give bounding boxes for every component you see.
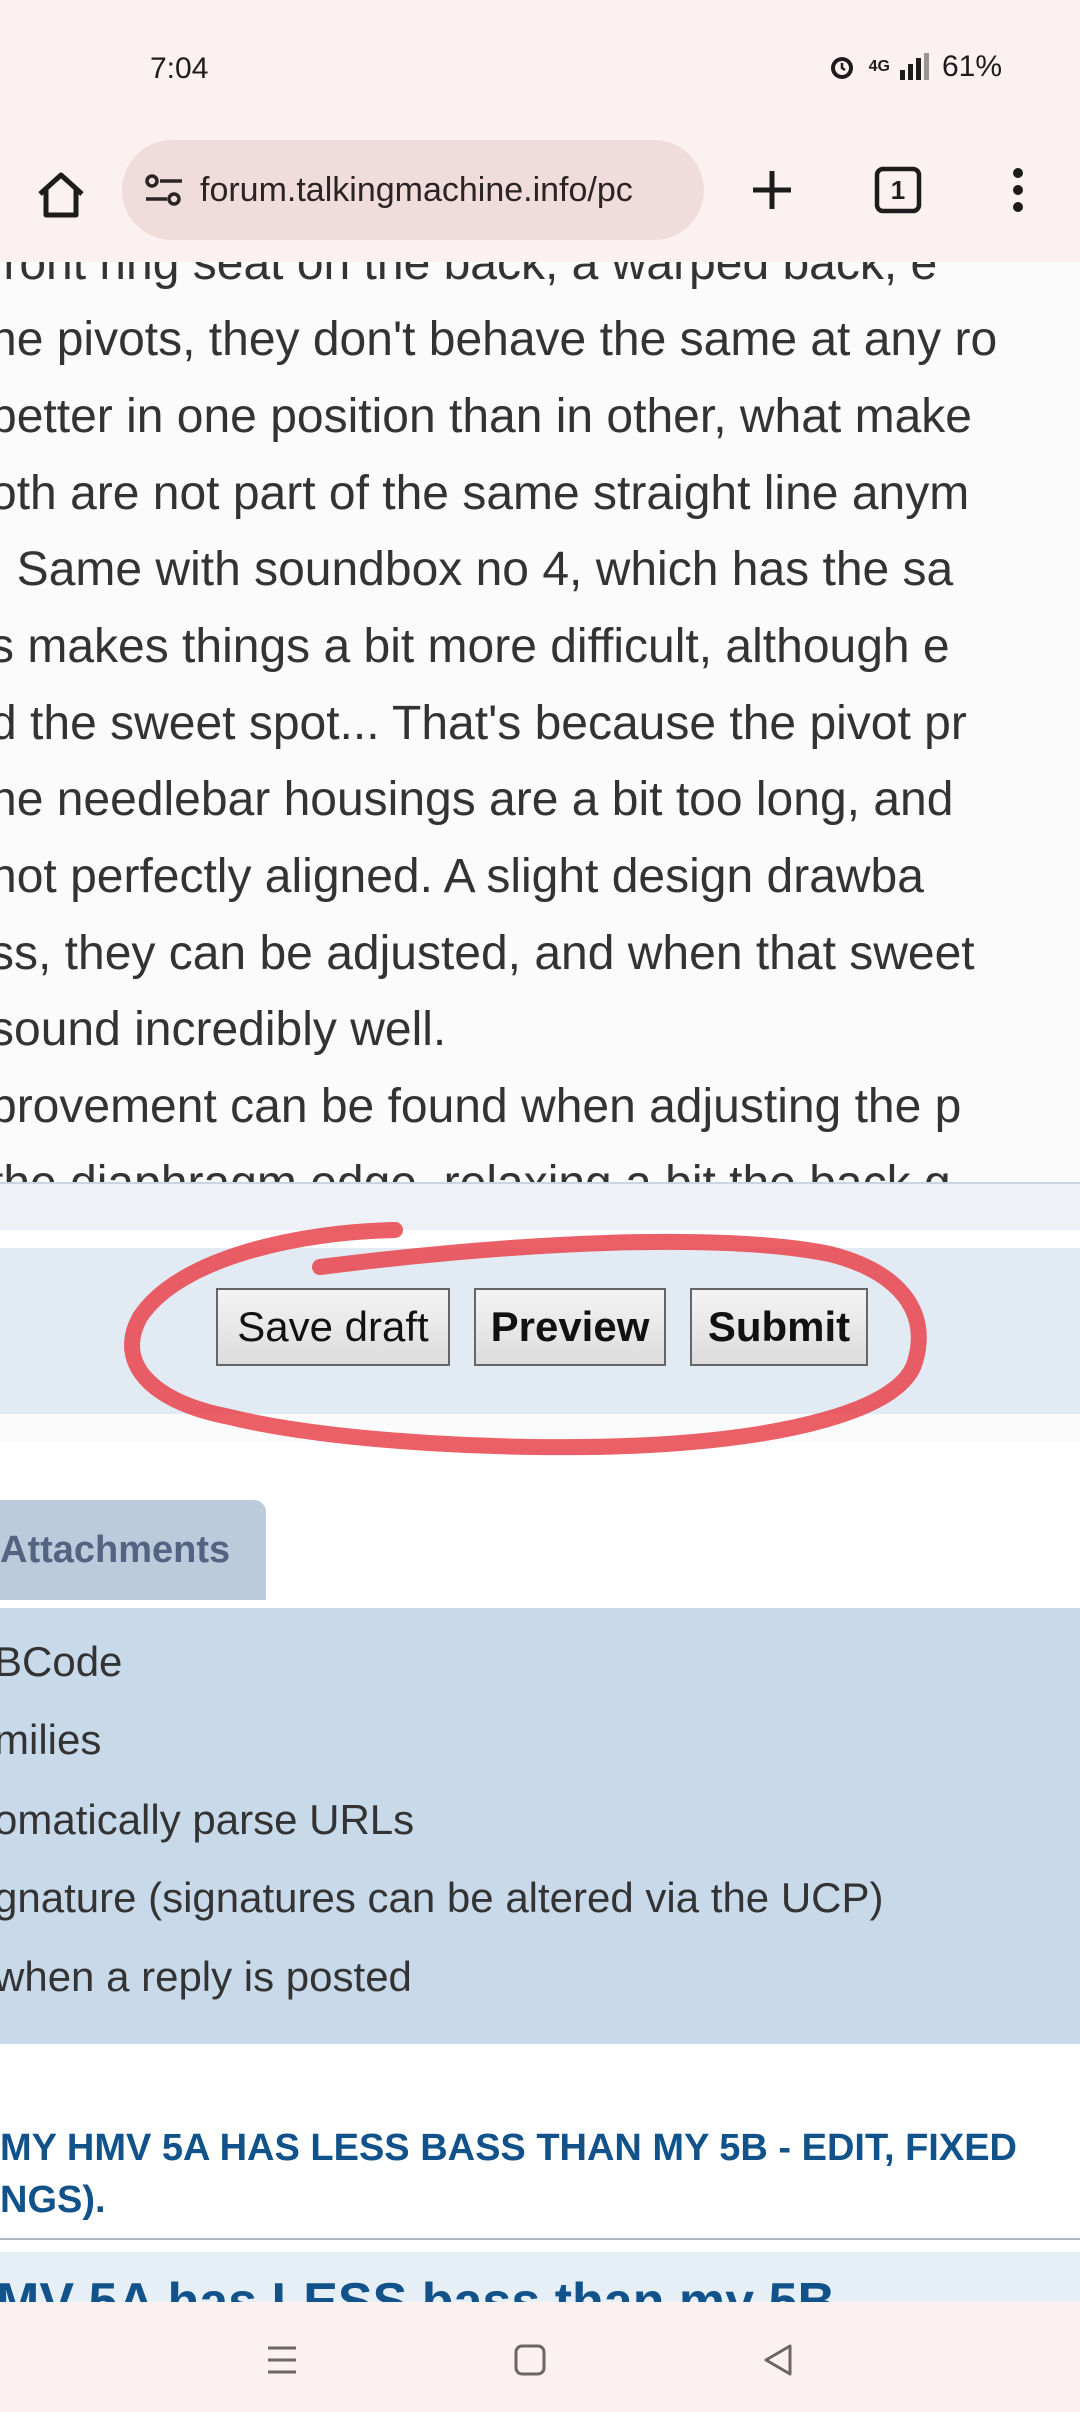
option-attach-signature[interactable]: gnature (signatures can be altered via t… bbox=[0, 1874, 884, 1922]
site-settings-icon[interactable] bbox=[140, 166, 188, 214]
recents-button[interactable] bbox=[252, 2330, 312, 2390]
submit-button[interactable]: Submit bbox=[690, 1288, 868, 1366]
new-tab-button[interactable] bbox=[744, 162, 800, 218]
back-button[interactable] bbox=[748, 2330, 808, 2390]
status-bar: 7:04 4G 61% bbox=[0, 0, 1080, 140]
save-draft-button[interactable]: Save draft bbox=[216, 1288, 450, 1366]
tab-count: 1 bbox=[890, 174, 906, 205]
battery-level: 61% bbox=[941, 50, 1002, 83]
recents-icon bbox=[268, 2346, 296, 2374]
alarm-icon bbox=[827, 52, 857, 82]
text-line: he needlebar housings are a bit too long… bbox=[0, 773, 954, 826]
option-disable-smilies[interactable]: milies bbox=[0, 1716, 101, 1764]
browser-toolbar: forum.talkingmachine.info/pc 1 bbox=[0, 140, 1080, 262]
text-line: oth are not part of the same straight li… bbox=[0, 467, 970, 520]
topic-title-line: MY HMV 5A HAS LESS BASS THAN MY 5B - EDI… bbox=[0, 2127, 1018, 2169]
text-line: better in one position than in other, wh… bbox=[0, 390, 972, 443]
tab-switcher-button[interactable]: 1 bbox=[870, 162, 926, 218]
options-panel: BCode milies omatically parse URLs gnatu… bbox=[0, 1608, 1080, 2044]
page-content: front ring seat on the back, a warped ba… bbox=[0, 262, 1080, 2302]
topic-review-row: MV 5A has LESS bass than my 5B bbox=[0, 2252, 1080, 2302]
text-line: s makes things a bit more difficult, alt… bbox=[0, 620, 950, 673]
home-nav-button[interactable] bbox=[500, 2330, 560, 2390]
text-line: d the sweet spot... That's because the p… bbox=[0, 697, 967, 750]
text-line: . Same with soundbox no 4, which has the… bbox=[0, 543, 954, 596]
home-icon bbox=[38, 172, 84, 218]
new-tab-icon bbox=[753, 171, 791, 209]
text-line: front ring seat on the back, a warped ba… bbox=[0, 262, 938, 290]
system-nav-bar bbox=[0, 2302, 1080, 2412]
network-type: 4G bbox=[868, 58, 890, 75]
status-time: 7:04 bbox=[150, 52, 209, 85]
textarea-resize-strip[interactable] bbox=[0, 1182, 1080, 1232]
divider bbox=[0, 2238, 1080, 2240]
text-line: ss, they can be adjusted, and when that … bbox=[0, 927, 975, 980]
topic-row-text: MV 5A has LESS bass than my 5B bbox=[0, 2273, 836, 2302]
topic-review-title[interactable]: MY HMV 5A HAS LESS BASS THAN MY 5B - EDI… bbox=[0, 2122, 1080, 2226]
text-line: not perfectly aligned. A slight design d… bbox=[0, 850, 924, 903]
tab-attachments[interactable]: Attachments bbox=[0, 1500, 266, 1600]
address-bar[interactable]: forum.talkingmachine.info/pc bbox=[122, 140, 704, 240]
text-line: provement can be found when adjusting th… bbox=[0, 1080, 962, 1133]
option-disable-bbcode[interactable]: BCode bbox=[0, 1638, 122, 1686]
back-icon bbox=[764, 2344, 792, 2376]
preview-button[interactable]: Preview bbox=[474, 1288, 666, 1366]
home-nav-icon bbox=[514, 2344, 546, 2376]
text-line: he pivots, they don't behave the same at… bbox=[0, 313, 998, 366]
signal-icon bbox=[898, 52, 934, 82]
url-text: forum.talkingmachine.info/pc bbox=[200, 170, 633, 209]
more-menu-button[interactable] bbox=[990, 162, 1046, 218]
topic-title-line: NGS). bbox=[0, 2179, 106, 2221]
option-parse-urls[interactable]: omatically parse URLs bbox=[0, 1796, 414, 1844]
home-button[interactable] bbox=[28, 162, 94, 228]
text-line: sound incredibly well. bbox=[0, 1003, 447, 1056]
more-menu-icon bbox=[1013, 168, 1023, 212]
status-indicators: 4G 61% bbox=[827, 50, 1002, 84]
submit-buttons-panel: Save draft Preview Submit bbox=[0, 1248, 1080, 1414]
spacer bbox=[0, 1230, 1080, 1250]
option-notify-reply[interactable]: when a reply is posted bbox=[0, 1953, 412, 2001]
